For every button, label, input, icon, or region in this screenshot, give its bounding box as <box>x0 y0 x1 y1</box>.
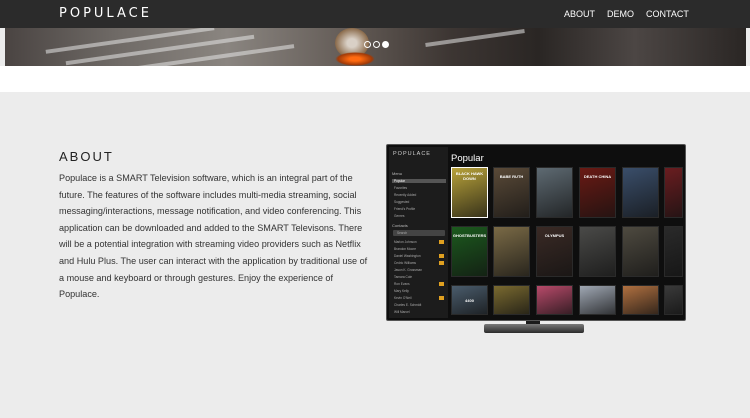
hero-carousel-image <box>5 28 746 66</box>
tv-search-field: Search <box>393 230 445 236</box>
top-navbar: POPULACE ABOUT DEMO CONTACT <box>0 0 750 28</box>
tv-contact: Brandon Moore <box>394 247 416 251</box>
carousel-dot-3[interactable] <box>382 41 389 48</box>
movie-poster-title: GHOSTBUSTERS <box>452 233 487 238</box>
nav-link-contact[interactable]: CONTACT <box>646 9 689 19</box>
movie-poster: GHOSTBUSTERS <box>451 226 488 277</box>
table-stripe <box>425 29 525 47</box>
tv-contact: Marlon Johnson <box>394 240 417 244</box>
tv-screenshot: POPULACE Menu Popular Favorites Recently… <box>386 144 686 321</box>
tv-contact: Will Marcel <box>394 310 410 314</box>
movie-poster-title: DEATH CHINA <box>583 174 612 179</box>
tv-popular-heading: Popular <box>451 153 484 164</box>
movie-poster: BLACK HAWK DOWN <box>451 167 488 218</box>
movie-poster-title: OLYMPUS <box>544 233 565 238</box>
chat-badge-icon <box>439 296 444 300</box>
movie-poster: 4400 <box>451 285 488 315</box>
chat-badge-icon <box>439 282 444 286</box>
movie-poster <box>622 226 659 277</box>
movie-poster-title: 4400 <box>465 298 474 303</box>
tv-sidebar: POPULACE Menu Popular Favorites Recently… <box>389 147 448 318</box>
about-heading: ABOUT <box>59 149 114 164</box>
chat-badge-icon <box>439 240 444 244</box>
table-stripe <box>45 28 215 54</box>
movie-poster <box>664 167 683 218</box>
nav-link-demo[interactable]: DEMO <box>607 9 634 19</box>
movie-poster <box>622 285 659 315</box>
movie-poster: BABE RUTH <box>493 167 530 218</box>
movie-poster <box>536 285 573 315</box>
tv-contact: Cedric Williams <box>394 261 416 265</box>
about-paragraph: Populace is a SMART Television software,… <box>59 173 368 300</box>
tv-menu-item: Favorites <box>394 186 408 190</box>
movie-poster-title: BLACK HAWK DOWN <box>455 171 484 181</box>
tv-contact: Kevin O'Neil <box>394 296 412 300</box>
tv-contact: Mary Kelly <box>394 289 409 293</box>
tv-contact: Tamara Cole <box>394 275 413 279</box>
nav-link-about[interactable]: ABOUT <box>564 9 595 19</box>
movie-poster: DEATH CHINA <box>579 167 616 218</box>
tv-contact: Ron Evans <box>394 282 410 286</box>
tv-contacts-title: Contacts <box>392 223 408 228</box>
section-divider <box>0 66 750 92</box>
movie-poster <box>536 167 573 218</box>
tv-menu-title: Menu <box>392 171 403 176</box>
movie-poster <box>622 167 659 218</box>
brand-logo[interactable]: POPULACE <box>59 6 152 21</box>
tv-logo: POPULACE <box>393 151 431 157</box>
chat-badge-icon <box>439 261 444 265</box>
movie-poster <box>664 226 683 277</box>
movie-poster <box>664 285 683 315</box>
tv-menu-item: Popular <box>392 179 446 183</box>
movie-poster-title: BABE RUTH <box>499 174 524 179</box>
table-stripe <box>65 34 255 66</box>
dish-image <box>335 52 375 66</box>
tv-menu-item: Recently Added <box>394 193 417 197</box>
movie-poster <box>579 226 616 277</box>
tv-menu-item: Friend's Profile <box>394 207 416 211</box>
tv-contact: Charles E. Schmidt <box>394 303 422 307</box>
movie-poster <box>493 285 530 315</box>
movie-poster <box>579 285 616 315</box>
tv-menu-item: Genres <box>394 214 405 218</box>
tv-stand <box>484 324 584 333</box>
carousel-dot-1[interactable] <box>364 41 371 48</box>
tv-menu-item: Suggested <box>394 200 410 204</box>
movie-poster <box>493 226 530 277</box>
chat-badge-icon <box>439 254 444 258</box>
tv-contact: Jason K. Grossman <box>394 268 422 272</box>
tv-contact: Daniel Washington <box>394 254 421 258</box>
movie-poster: OLYMPUS <box>536 226 573 277</box>
carousel-dot-2[interactable] <box>373 41 380 48</box>
